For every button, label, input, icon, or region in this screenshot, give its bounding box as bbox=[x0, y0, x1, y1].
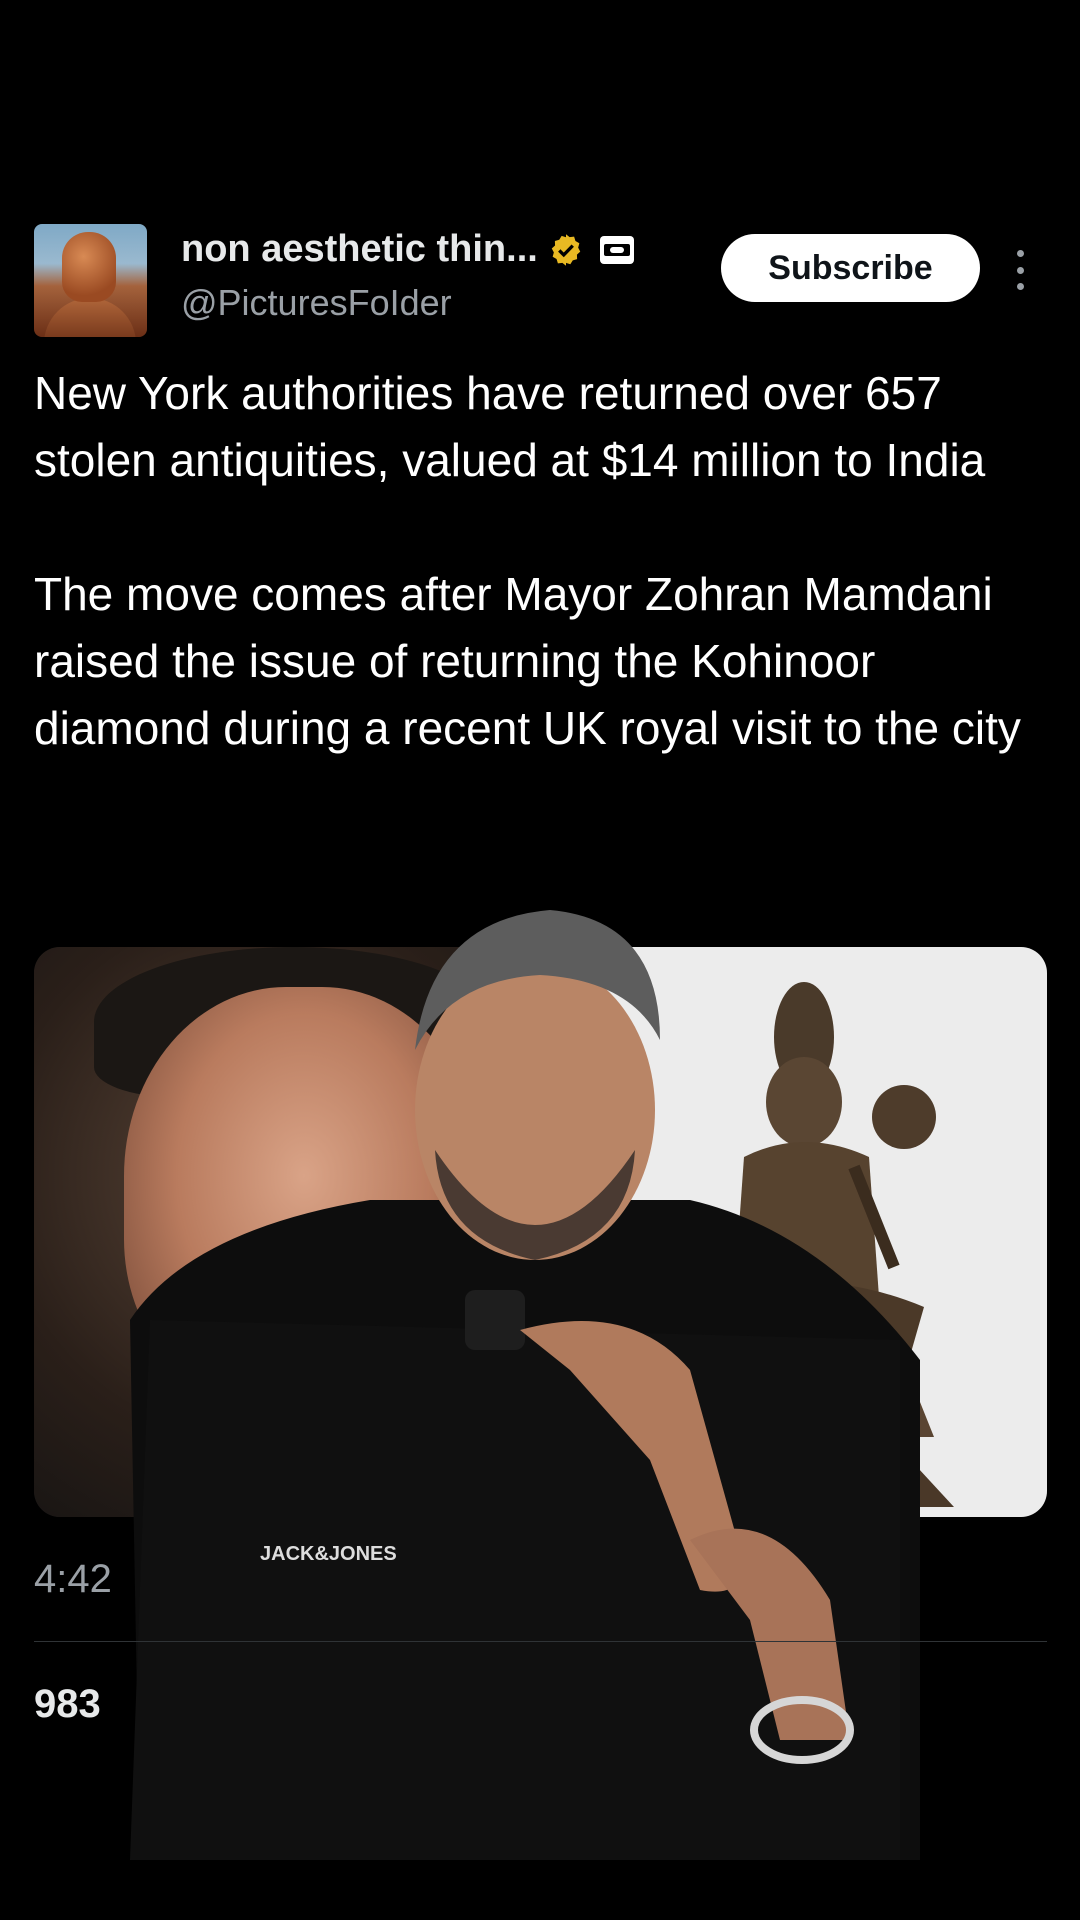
display-name[interactable]: non aesthetic thin... bbox=[181, 228, 538, 271]
name-row: non aesthetic thin... bbox=[181, 228, 634, 271]
post-paragraph-2: The move comes after Mayor Zohran Mamdan… bbox=[34, 568, 1021, 754]
affiliate-badge-icon bbox=[599, 235, 634, 264]
post-paragraph-1: New York authorities have returned over … bbox=[34, 367, 986, 486]
post-timestamp: 4:42 bbox=[34, 1557, 112, 1601]
more-vertical-icon[interactable] bbox=[1014, 250, 1026, 290]
engagement-count: 983 bbox=[34, 1682, 101, 1726]
avatar-head bbox=[62, 232, 116, 302]
divider bbox=[34, 1641, 1047, 1642]
verified-icon bbox=[551, 233, 581, 266]
avatar[interactable] bbox=[34, 224, 147, 337]
post-header: non aesthetic thin... @PicturesFoIder Su… bbox=[34, 224, 1054, 338]
post-text: New York authorities have returned over … bbox=[34, 360, 1054, 829]
avatar-shoulder bbox=[44, 298, 136, 337]
subscribe-button[interactable]: Subscribe bbox=[721, 234, 980, 302]
presenter-overlay-image: JACK&JONES bbox=[130, 910, 920, 1860]
svg-text:JACK&JONES: JACK&JONES bbox=[260, 1543, 397, 1565]
handle[interactable]: @PicturesFoIder bbox=[181, 282, 452, 324]
